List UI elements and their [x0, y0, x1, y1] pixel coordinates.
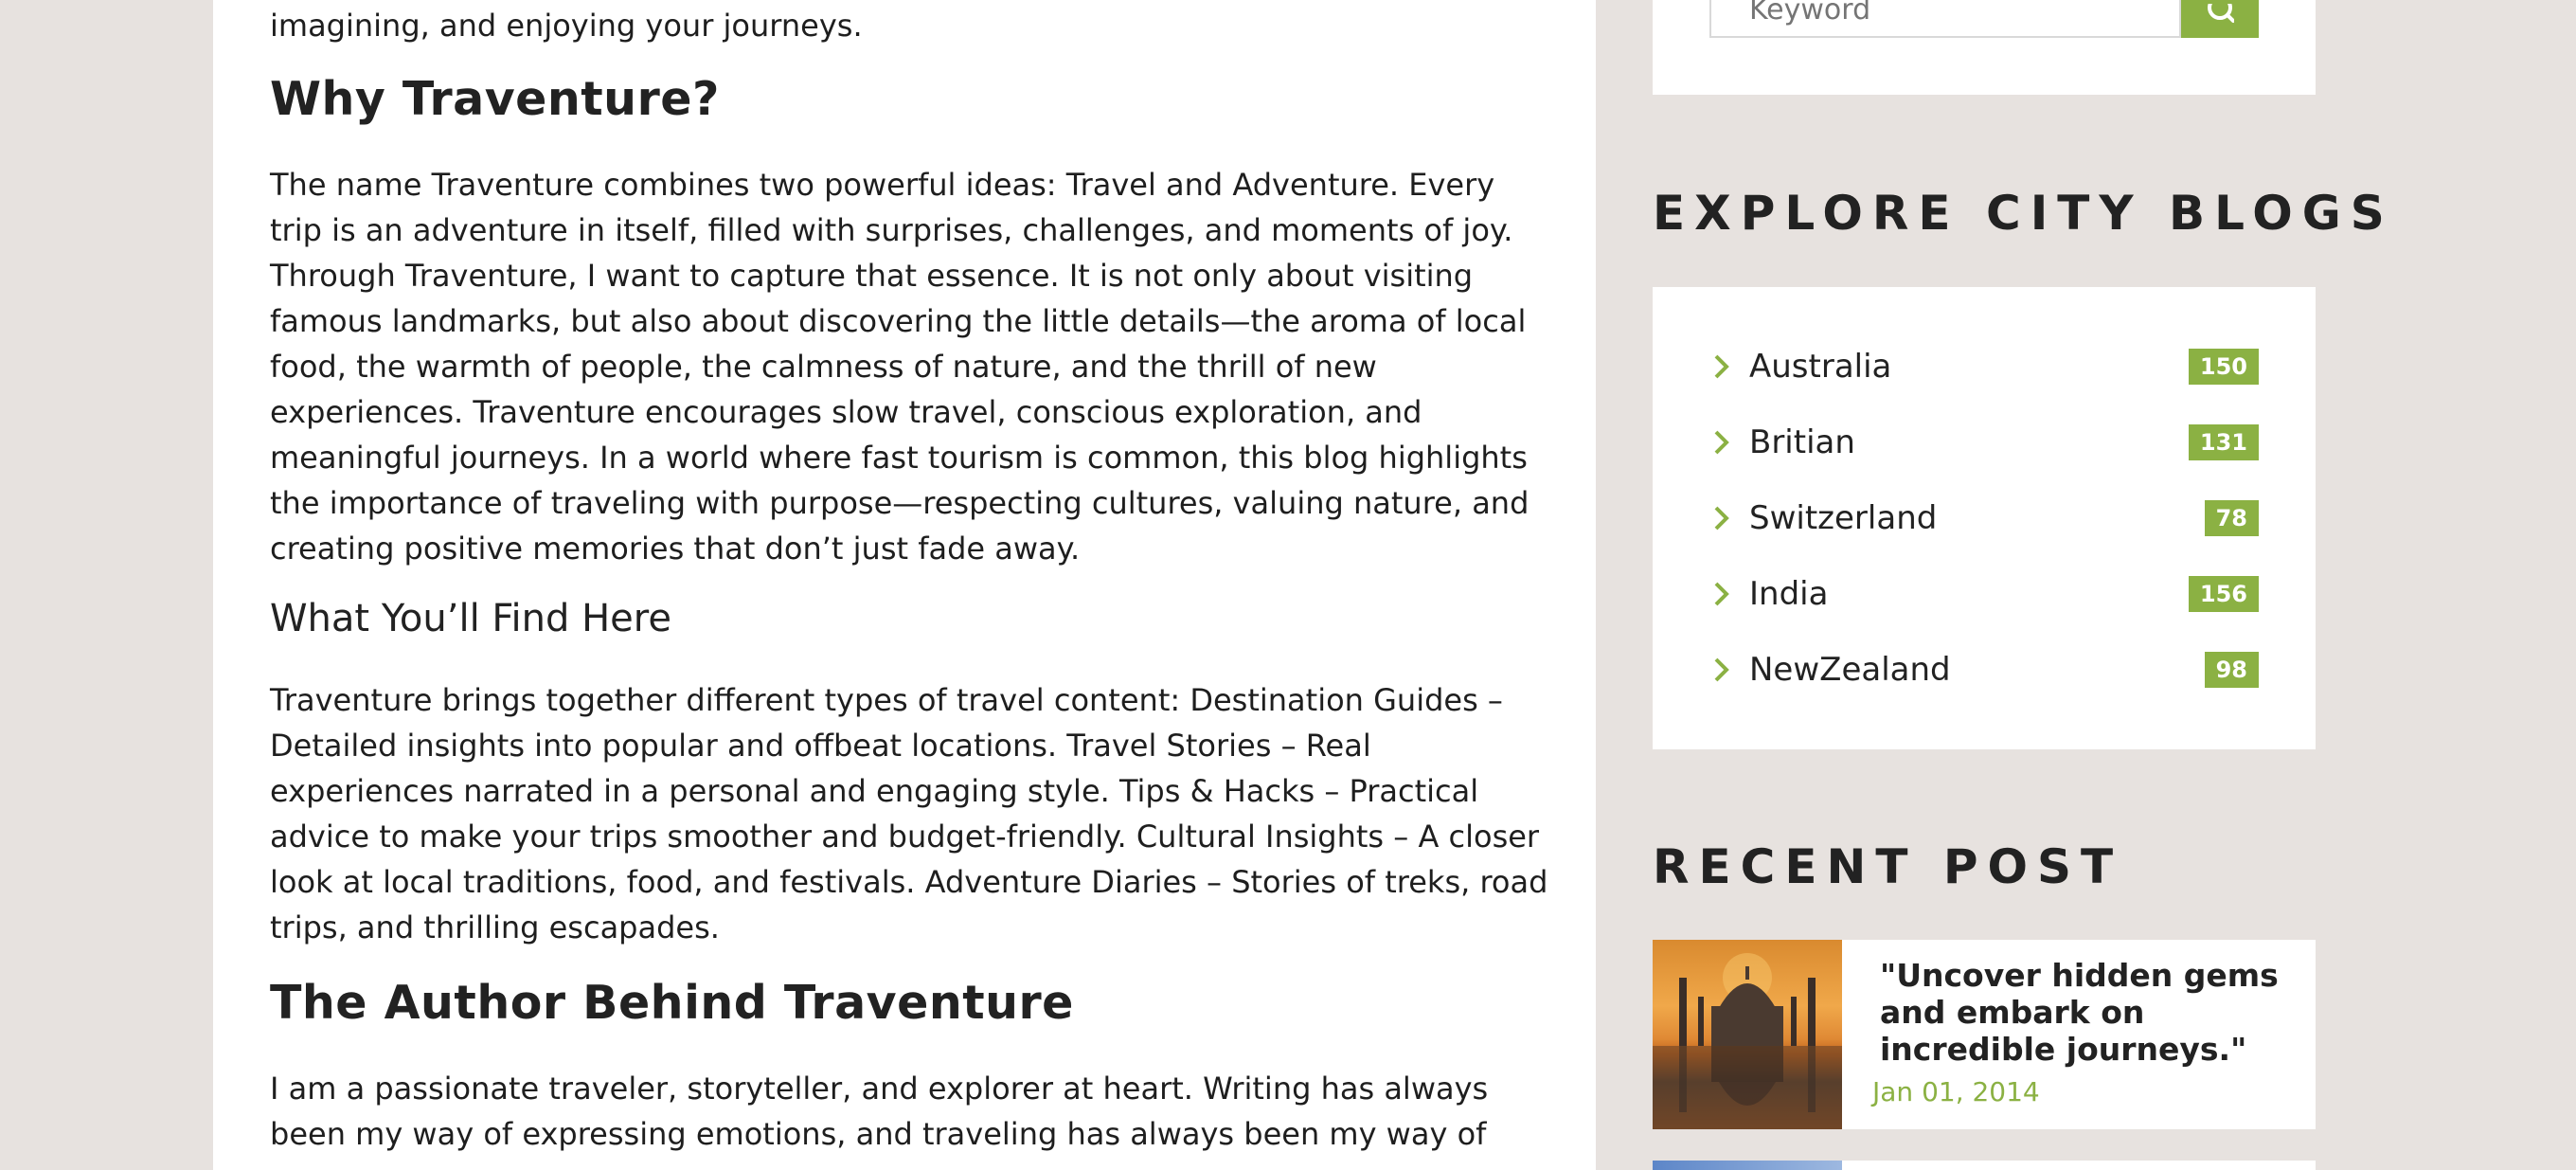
- search-icon: [2208, 4, 2234, 23]
- author-paragraph: I am a passionate traveler, storyteller,…: [270, 1071, 1489, 1152]
- city-name: India: [1749, 575, 1829, 613]
- city-item-newzealand[interactable]: NewZealand 98: [1711, 641, 2259, 698]
- city-count-badge: 150: [2188, 349, 2259, 385]
- city-name: Australia: [1749, 348, 1892, 386]
- city-item-britian[interactable]: Britian 131: [1711, 414, 2259, 471]
- search-button[interactable]: [2181, 0, 2259, 38]
- taj-mahal-image: [1653, 953, 1842, 1129]
- city-name: Switzerland: [1749, 499, 1938, 537]
- find-paragraph: Traventure brings together different typ…: [270, 682, 1548, 945]
- post-thumbnail[interactable]: [1653, 940, 1842, 1129]
- intro-paragraph: imagining, and enjoying your journeys.: [270, 8, 863, 44]
- city-count-badge: 78: [2204, 500, 2259, 536]
- chevron-right-icon: [1714, 657, 1729, 682]
- search-widget: [1653, 0, 2316, 95]
- city-item-switzerland[interactable]: Switzerland 78: [1711, 490, 2259, 547]
- recent-post-item[interactable]: "Uncover hidden gems and embark on incre…: [1653, 940, 2316, 1129]
- author-heading: The Author Behind Traventure: [270, 976, 1074, 1030]
- chevron-right-icon: [1714, 354, 1729, 379]
- chevron-right-icon: [1714, 430, 1729, 455]
- explore-city-blogs-title: EXPLORE CITY BLOGS: [1653, 186, 2394, 241]
- city-item-india[interactable]: India 156: [1711, 566, 2259, 622]
- why-paragraph: The name Traventure combines two powerfu…: [270, 167, 1530, 567]
- find-heading: What You’ll Find Here: [270, 597, 671, 640]
- city-name: Britian: [1749, 423, 1855, 461]
- article-card: imagining, and enjoying your journeys. W…: [213, 0, 1596, 1170]
- chevron-right-icon: [1714, 506, 1729, 531]
- city-count-badge: 156: [2188, 576, 2259, 612]
- search-input[interactable]: [1709, 0, 2181, 38]
- recent-post-item-partial[interactable]: [1653, 1161, 2316, 1170]
- city-item-australia[interactable]: Australia 150: [1711, 338, 2259, 395]
- chevron-right-icon: [1714, 582, 1729, 606]
- post-date: Jan 01, 2014: [1872, 1076, 2040, 1107]
- why-heading: Why Traventure?: [270, 72, 720, 126]
- post-thumbnail[interactable]: [1653, 1161, 1842, 1170]
- city-list-card: Australia 150 Britian 131 Switzerland 78…: [1653, 287, 2316, 749]
- page: imagining, and enjoying your journeys. W…: [0, 0, 2576, 1170]
- city-name: NewZealand: [1749, 651, 1951, 689]
- city-count-badge: 131: [2188, 424, 2259, 460]
- recent-post-title: RECENT POST: [1653, 839, 2123, 894]
- city-count-badge: 98: [2204, 652, 2259, 688]
- post-title[interactable]: "Uncover hidden gems and embark on incre…: [1880, 957, 2297, 1068]
